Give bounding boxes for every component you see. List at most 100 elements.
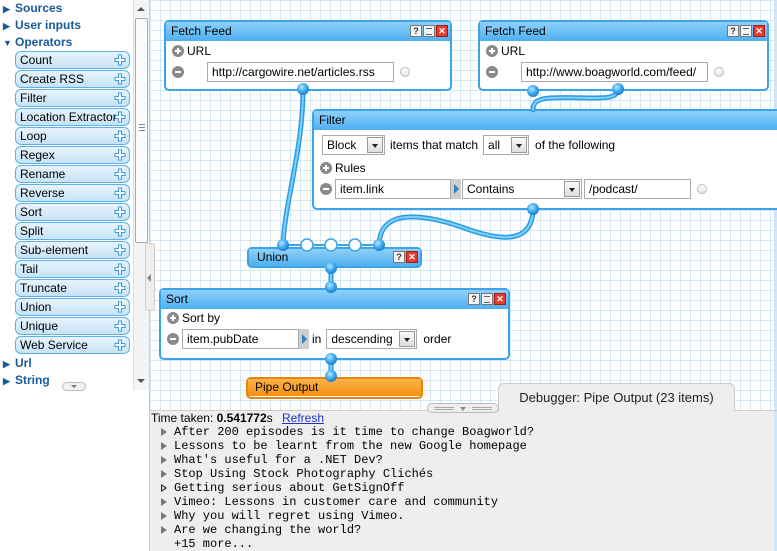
debugger-item[interactable]: Vimeo: Lessons in customer care and comm… xyxy=(160,495,534,509)
rule-field-input[interactable]: item.link xyxy=(335,179,451,199)
help-icon[interactable]: ? xyxy=(727,25,739,37)
add-module-icon[interactable] xyxy=(114,320,126,332)
operator-unique[interactable]: Unique xyxy=(15,317,130,335)
filter-match-select[interactable]: all xyxy=(483,135,530,155)
union-module[interactable]: Union ? ✕ xyxy=(247,247,422,268)
add-module-icon[interactable] xyxy=(114,187,126,199)
operator-truncate[interactable]: Truncate xyxy=(15,279,130,297)
add-module-icon[interactable] xyxy=(114,168,126,180)
fetch-feed-module-1[interactable]: Fetch Feed ? ✕ URL http://cargowire.net/… xyxy=(164,20,452,91)
operator-sort[interactable]: Sort xyxy=(15,203,130,221)
expand-triangle-icon[interactable] xyxy=(160,467,174,481)
add-module-icon[interactable] xyxy=(114,263,126,275)
refresh-link[interactable]: Refresh xyxy=(282,411,324,425)
close-icon[interactable]: ✕ xyxy=(753,25,765,37)
debugger-tab[interactable]: Debugger: Pipe Output (23 items) xyxy=(498,383,735,411)
help-icon[interactable]: ? xyxy=(410,25,422,37)
operator-filter[interactable]: Filter xyxy=(15,89,130,107)
pipe-output-module[interactable]: Pipe Output xyxy=(246,377,423,399)
add-module-icon[interactable] xyxy=(114,73,126,85)
remove-url-icon[interactable] xyxy=(172,66,184,78)
module-header[interactable]: Fetch Feed ? ✕ xyxy=(480,22,767,41)
sort-direction-select[interactable]: descending xyxy=(326,329,418,349)
expand-triangle-icon[interactable] xyxy=(160,481,174,495)
add-module-icon[interactable] xyxy=(114,301,126,313)
module-header[interactable]: Pipe Output xyxy=(248,379,421,396)
rule-value-terminal[interactable] xyxy=(697,184,707,194)
debugger-item[interactable]: Getting serious about GetSignOff xyxy=(160,481,534,495)
add-module-icon[interactable] xyxy=(114,225,126,237)
remove-url-icon[interactable] xyxy=(486,66,498,78)
debugger-item[interactable]: After 200 episodes is it time to change … xyxy=(160,425,534,439)
operator-web-service[interactable]: Web Service xyxy=(15,336,130,354)
add-module-icon[interactable] xyxy=(114,339,126,351)
help-icon[interactable]: ? xyxy=(468,293,480,305)
scroll-down-icon[interactable] xyxy=(137,379,145,383)
sort-module[interactable]: Sort ? ✕ Sort by item.pubDate in descend… xyxy=(159,288,510,360)
sidebar-scrollbar[interactable] xyxy=(133,0,149,390)
add-module-icon[interactable] xyxy=(114,54,126,66)
debugger-item[interactable]: What's useful for a .NET Dev? xyxy=(160,453,534,467)
debugger-item[interactable]: Why you will regret using Vimeo. xyxy=(160,509,534,523)
url-input[interactable]: http://cargowire.net/articles.rss xyxy=(207,62,394,82)
operator-sub-element[interactable]: Sub-element xyxy=(15,241,130,259)
rule-value-input[interactable]: /podcast/ xyxy=(584,179,691,199)
help-icon[interactable]: ? xyxy=(393,251,405,263)
operator-reverse[interactable]: Reverse xyxy=(15,184,130,202)
close-icon[interactable]: ✕ xyxy=(436,25,448,37)
minimize-icon[interactable] xyxy=(481,293,493,305)
sidebar-resize-handle[interactable] xyxy=(145,243,155,311)
expand-triangle-icon[interactable] xyxy=(160,509,174,523)
add-module-icon[interactable] xyxy=(114,149,126,161)
field-picker-icon[interactable] xyxy=(299,329,309,349)
url-terminal[interactable] xyxy=(714,67,724,77)
operator-count[interactable]: Count xyxy=(15,51,130,69)
expand-triangle-icon[interactable] xyxy=(160,495,174,509)
category-sources[interactable]: ▶ Sources xyxy=(0,0,133,17)
collapse-library-button[interactable] xyxy=(62,382,86,391)
category-operators[interactable]: ▼ Operators xyxy=(0,34,133,51)
module-header[interactable]: Fetch Feed ? ✕ xyxy=(166,22,450,41)
filter-module[interactable]: Filter ? ✕ Block items that match all of… xyxy=(312,109,777,210)
expand-triangle-icon[interactable] xyxy=(160,439,174,453)
remove-rule-icon[interactable] xyxy=(320,183,332,195)
add-module-icon[interactable] xyxy=(114,282,126,294)
remove-sort-key-icon[interactable] xyxy=(167,333,179,345)
close-icon[interactable]: ✕ xyxy=(494,293,506,305)
category-user-inputs[interactable]: ▶ User inputs xyxy=(0,17,133,34)
add-module-icon[interactable] xyxy=(114,130,126,142)
fetch-feed-module-2[interactable]: Fetch Feed ? ✕ URL http://www.boagworld.… xyxy=(478,20,769,91)
operator-location-extractor[interactable]: Location Extractor xyxy=(15,108,130,126)
operator-tail[interactable]: Tail xyxy=(15,260,130,278)
debugger-item[interactable]: Lessons to be learnt from the new Google… xyxy=(160,439,534,453)
debugger-item[interactable]: Stop Using Stock Photography Clichés xyxy=(160,467,534,481)
module-header[interactable]: Sort ? ✕ xyxy=(161,290,508,309)
operator-create-rss[interactable]: Create RSS xyxy=(15,70,130,88)
add-sort-key-icon[interactable] xyxy=(167,312,179,324)
more-items-link[interactable]: +15 more... xyxy=(160,537,534,551)
rule-operator-select[interactable]: Contains xyxy=(462,179,582,199)
pipe-canvas[interactable]: Fetch Feed ? ✕ URL http://cargowire.net/… xyxy=(150,0,777,410)
add-url-icon[interactable] xyxy=(486,45,498,57)
scroll-up-icon[interactable] xyxy=(137,7,145,11)
debugger-resize-handle[interactable] xyxy=(427,403,499,413)
add-module-icon[interactable] xyxy=(114,206,126,218)
operator-rename[interactable]: Rename xyxy=(15,165,130,183)
minimize-icon[interactable] xyxy=(423,25,435,37)
debugger-item[interactable]: Are we changing the world? xyxy=(160,523,534,537)
url-input[interactable]: http://www.boagworld.com/feed/ xyxy=(521,62,708,82)
field-picker-icon[interactable] xyxy=(451,179,461,199)
sort-field-input[interactable]: item.pubDate xyxy=(182,329,299,349)
minimize-icon[interactable] xyxy=(740,25,752,37)
expand-triangle-icon[interactable] xyxy=(160,523,174,537)
operator-union[interactable]: Union xyxy=(15,298,130,316)
add-rule-icon[interactable] xyxy=(320,162,332,174)
operator-loop[interactable]: Loop xyxy=(15,127,130,145)
add-module-icon[interactable] xyxy=(114,92,126,104)
operator-split[interactable]: Split xyxy=(15,222,130,240)
scrollbar-thumb[interactable] xyxy=(135,18,148,243)
expand-triangle-icon[interactable] xyxy=(160,453,174,467)
filter-mode-select[interactable]: Block xyxy=(322,135,385,155)
add-module-icon[interactable] xyxy=(114,244,126,256)
close-icon[interactable]: ✕ xyxy=(406,251,418,263)
